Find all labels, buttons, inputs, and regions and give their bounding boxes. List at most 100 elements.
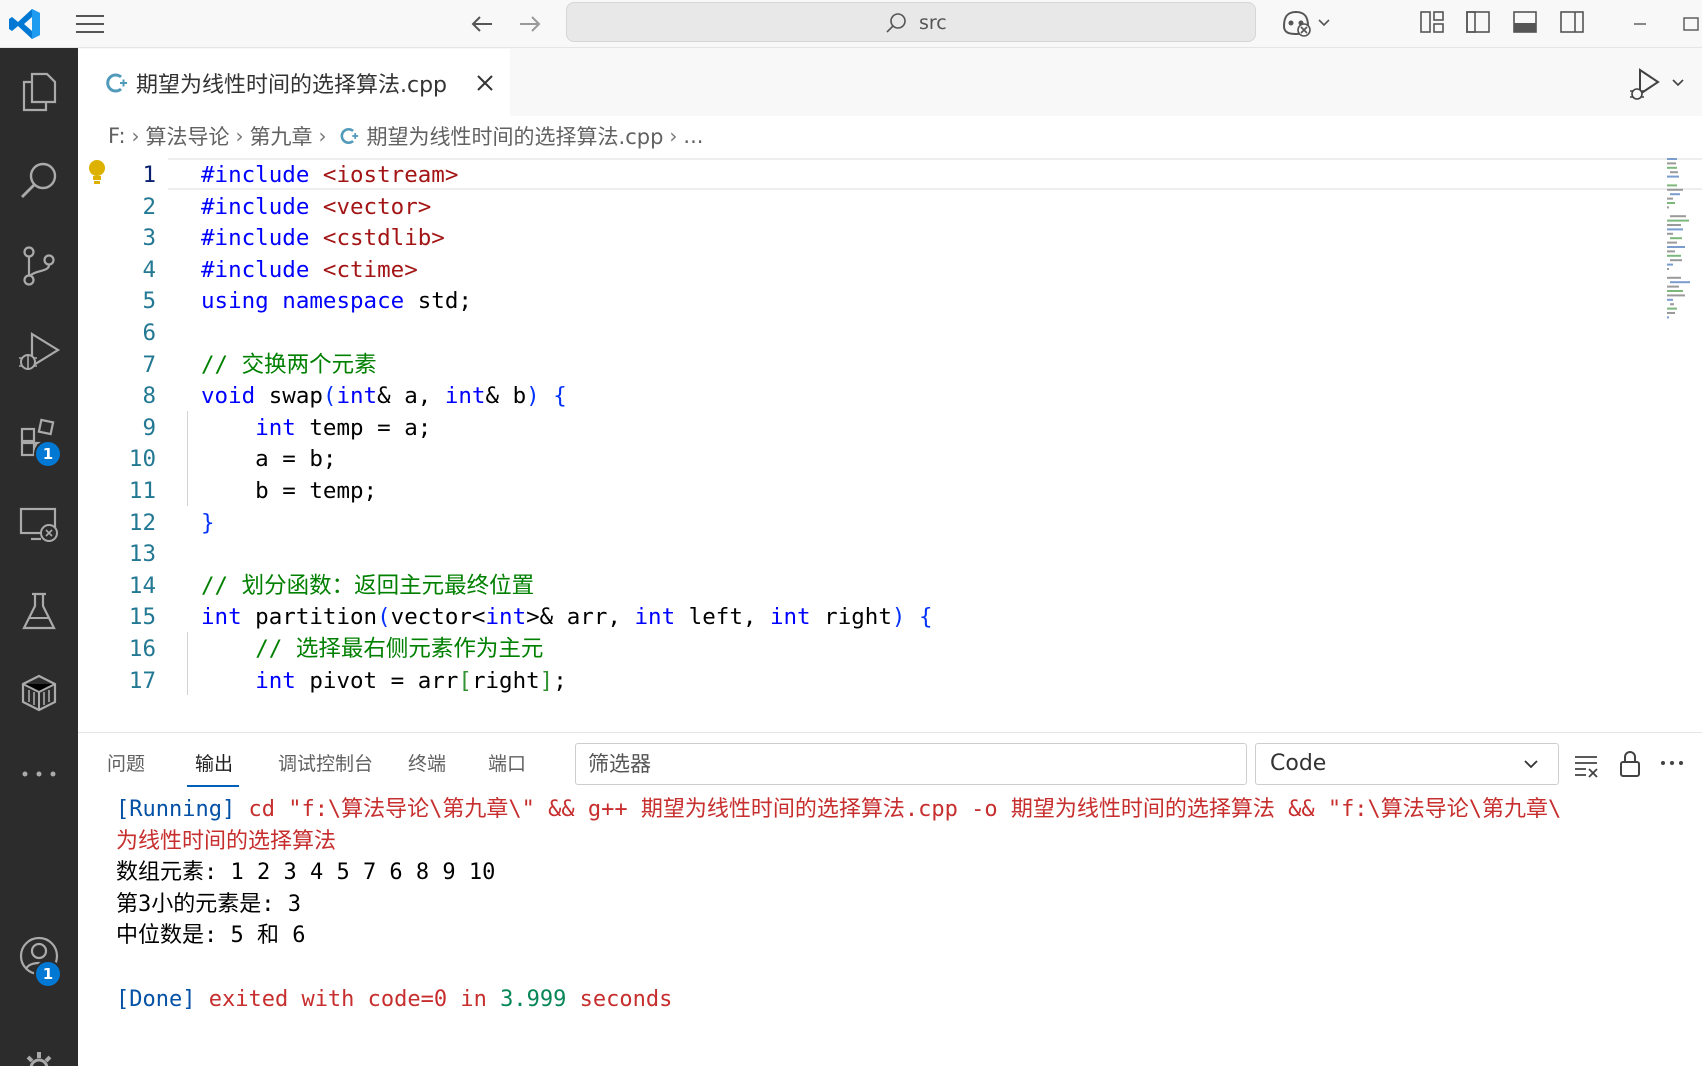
code-token: [	[458, 667, 472, 694]
code-line[interactable]: 9 int temp = a;	[78, 411, 1658, 445]
code-text: #include <vector>	[201, 190, 431, 224]
code-token: {	[553, 383, 567, 410]
customize-layout-icon[interactable]	[1418, 8, 1446, 36]
code-token: right	[471, 667, 540, 694]
extensions-button[interactable]: 1	[0, 398, 78, 478]
vscode-logo-icon[interactable]	[6, 6, 42, 42]
clear-output-icon[interactable]	[1572, 751, 1600, 779]
code-line[interactable]: 4 #include <ctime>	[78, 253, 1658, 287]
code-line[interactable]: 14 // 划分函数：返回主元最终位置	[78, 569, 1658, 603]
minimap[interactable]	[1666, 156, 1698, 336]
containers-button[interactable]	[0, 652, 78, 732]
code-line[interactable]: 17 int pivot = arr[right];	[78, 664, 1658, 698]
code-line[interactable]: 11 b = temp;	[78, 474, 1658, 508]
code-token: <vector>	[322, 193, 432, 220]
chevron-down-icon[interactable]	[1522, 755, 1540, 773]
code-line[interactable]: 15 int partition(vector<int>& arr, int le…	[78, 600, 1658, 634]
code-token: vector<	[390, 604, 486, 631]
search-button[interactable]	[0, 140, 78, 220]
more-views-button[interactable]	[0, 734, 78, 814]
run-debug-icon	[19, 332, 61, 370]
explorer-button[interactable]	[0, 52, 78, 132]
line-number: 10	[128, 446, 156, 473]
toggle-secondary-sidebar-icon[interactable]	[1558, 8, 1586, 36]
minimap-line	[1667, 276, 1681, 279]
code-line[interactable]: 1 #include <iostream>	[78, 158, 1658, 192]
package-icon	[21, 674, 57, 712]
arrow-right-icon[interactable]	[514, 8, 546, 40]
toggle-primary-sidebar-icon[interactable]	[1464, 8, 1492, 36]
code-token: #include	[201, 162, 323, 188]
breadcrumb-folder[interactable]: 第九章	[250, 121, 313, 151]
gear-icon	[23, 1052, 55, 1066]
code-token: & b	[485, 383, 527, 410]
manage-button[interactable]	[0, 1008, 78, 1066]
remote-explorer-icon	[19, 507, 58, 542]
toggle-panel-icon[interactable]	[1511, 8, 1539, 36]
line-number: 17	[128, 667, 156, 694]
code-line[interactable]: 12}	[78, 506, 1658, 540]
code-line[interactable]: 5 using namespace std;	[78, 284, 1658, 318]
code-line[interactable]: 10 a = b;	[78, 442, 1658, 476]
code-line[interactable]: 2 #include <vector>	[78, 190, 1658, 224]
minimap-line	[1670, 303, 1674, 306]
breadcrumb-symbol[interactable]: ...	[683, 124, 703, 148]
code-token: #include	[201, 225, 323, 252]
minimap-line	[1667, 158, 1677, 160]
tab-problems[interactable]: 问题	[107, 749, 145, 776]
output-filter-input[interactable]: 筛选器	[575, 743, 1247, 785]
copilot-icon[interactable]	[1278, 6, 1314, 38]
lock-icon[interactable]	[1616, 749, 1644, 779]
code-line[interactable]: 7 // 交换两个元素	[78, 348, 1658, 382]
tab-debug-console[interactable]: 调试控制台	[278, 749, 373, 776]
tab-terminal[interactable]: 终端	[408, 749, 446, 776]
code-token: void	[201, 383, 256, 410]
tab-output[interactable]: 输出	[195, 749, 233, 776]
code-line[interactable]: 3 #include <cstdlib>	[78, 221, 1658, 255]
code-token: // 选择最右侧元素作为主元	[255, 636, 544, 662]
hamburger-menu-icon[interactable]	[72, 12, 108, 36]
indent-guide	[187, 632, 188, 696]
run-and-debug-button[interactable]	[0, 312, 78, 392]
tab-ports[interactable]: 端口	[488, 749, 526, 776]
accounts-button[interactable]: 1	[0, 916, 78, 996]
code-line[interactable]: 13	[78, 537, 1658, 571]
arrow-left-icon[interactable]	[466, 8, 498, 40]
code-line[interactable]: 6	[78, 316, 1658, 350]
chevron-down-icon[interactable]	[1670, 74, 1686, 90]
code-token: int	[255, 414, 296, 441]
code-text: using namespace std;	[201, 284, 472, 318]
minimap-line	[1667, 263, 1673, 266]
breadcrumb-drive[interactable]: F:	[108, 124, 126, 148]
breadcrumb-folder[interactable]: 算法导论	[146, 121, 230, 151]
code-token: left,	[675, 604, 770, 631]
close-icon[interactable]	[473, 71, 497, 95]
bottom-panel: 问题 输出 调试控制台 终端 端口 筛选器 Code [Running] cd …	[78, 732, 1702, 1066]
editor-tab[interactable]: 期望为线性时间的选择算法.cpp	[78, 48, 510, 116]
minimize-icon[interactable]	[1624, 8, 1656, 40]
testing-button[interactable]	[0, 572, 78, 652]
source-control-button[interactable]	[0, 226, 78, 306]
code-token: pivot = arr	[295, 667, 459, 694]
code-editor[interactable]: 1 #include <iostream> 2 #include <vector> 3 #…	[78, 156, 1702, 732]
line-number: 6	[142, 320, 156, 346]
maximize-icon[interactable]	[1676, 8, 1702, 40]
command-center-search[interactable]: src	[566, 2, 1256, 42]
minimap-line	[1667, 197, 1673, 200]
chevron-right-icon: ›	[235, 124, 244, 148]
more-actions-icon[interactable]	[1658, 749, 1686, 777]
breadcrumb-file[interactable]: 期望为线性时间的选择算法.cpp	[367, 121, 664, 151]
minimap-line	[1667, 294, 1685, 297]
code-line[interactable]: 8 void swap(int& a, int& b) {	[78, 379, 1658, 413]
remote-explorer-button[interactable]	[0, 484, 78, 564]
code-line[interactable]: 16 // 选择最右侧元素作为主元	[78, 632, 1658, 666]
output-channel-select[interactable]: Code	[1255, 743, 1559, 785]
run-code-icon[interactable]	[1628, 66, 1664, 102]
output-view[interactable]: [Running] cd "f:\算法导论\第九章\" && g++ 期望为线性…	[78, 791, 1702, 1066]
chevron-down-icon[interactable]	[1316, 14, 1332, 30]
line-number: 2	[142, 193, 156, 220]
code-token: int	[201, 604, 242, 631]
minimap-line	[1667, 290, 1683, 292]
